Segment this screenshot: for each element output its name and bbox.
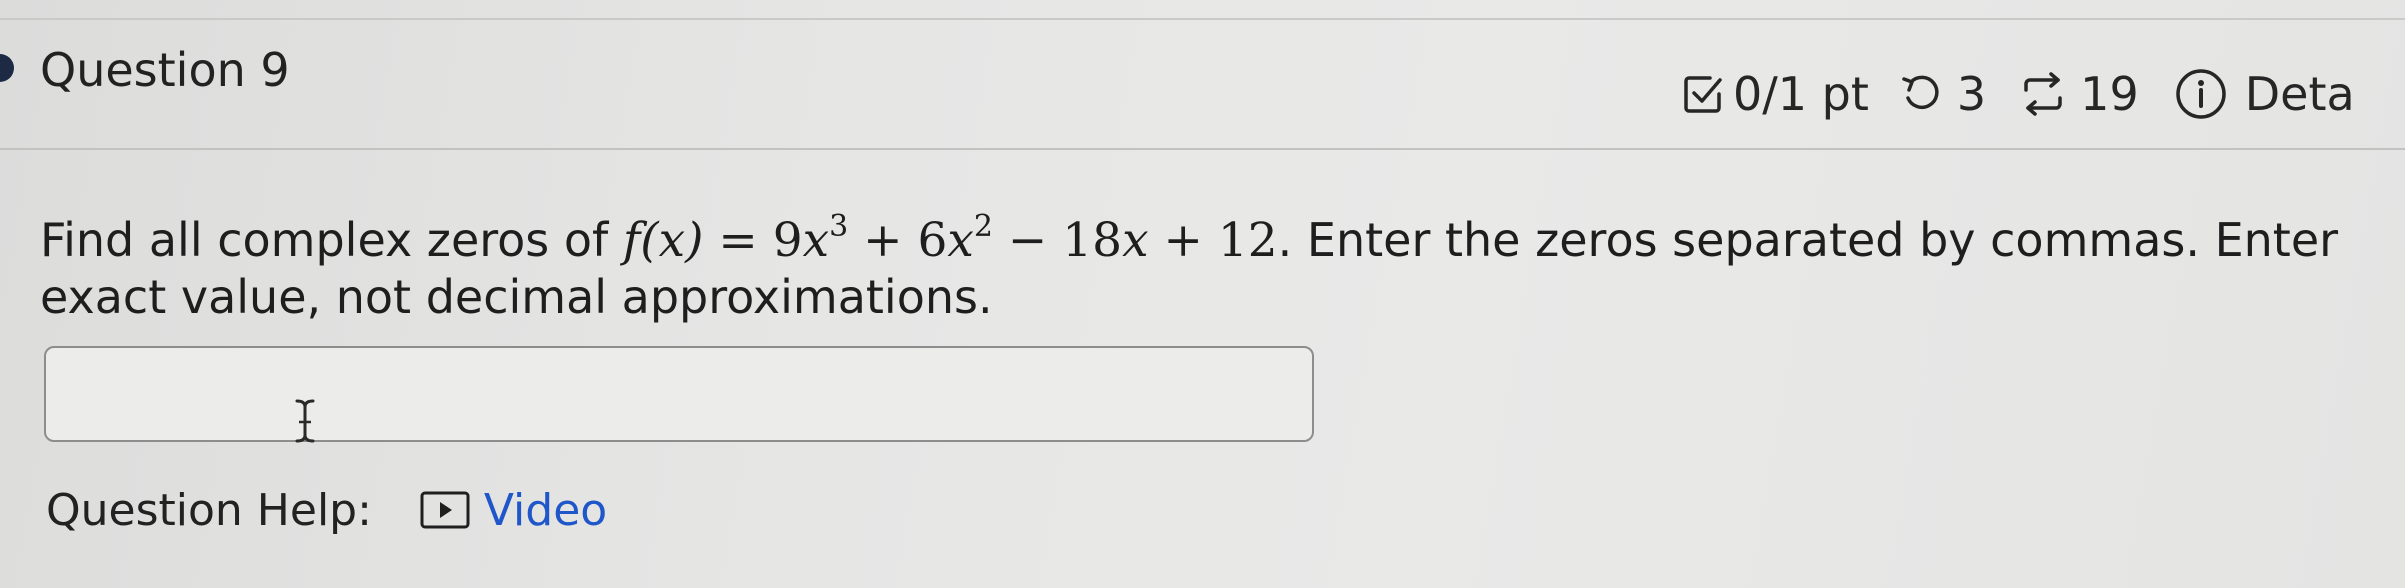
question-bullet-icon <box>0 54 14 82</box>
function-name: f(x) <box>622 213 704 268</box>
info-icon[interactable] <box>2175 68 2227 120</box>
question-help: Question Help: Video <box>46 480 607 540</box>
retry-icon <box>1901 73 1943 115</box>
prompt-text-before: Find all complex zeros of <box>40 213 623 267</box>
question-title: Question 9 <box>40 43 290 97</box>
exponent: 2 <box>973 209 993 244</box>
submissions-icon <box>2020 72 2066 116</box>
question-meta: 0/1 pt 3 19 Deta <box>1683 62 2355 126</box>
question-prompt: Find all complex zeros of f(x) = 9x3 + 6… <box>40 212 2370 325</box>
answer-input[interactable] <box>44 346 1314 442</box>
play-icon <box>420 491 470 529</box>
text-cursor-icon <box>292 398 318 448</box>
question-help-label: Question Help: <box>46 484 372 536</box>
top-divider <box>0 18 2405 20</box>
details-link[interactable]: Deta <box>2245 62 2355 126</box>
polynomial-expression: f(x) = 9x3 + 6x2 − 18x + 12 <box>622 209 1278 269</box>
checkbox-icon <box>1683 74 1723 114</box>
header-divider <box>0 148 2405 150</box>
submissions-count: 19 <box>2080 67 2139 121</box>
video-link-label[interactable]: Video <box>484 485 607 536</box>
score-text: 0/1 pt <box>1733 67 1869 121</box>
retry-count: 3 <box>1956 67 1987 121</box>
video-link[interactable]: Video <box>420 485 607 536</box>
exponent: 3 <box>829 209 849 244</box>
